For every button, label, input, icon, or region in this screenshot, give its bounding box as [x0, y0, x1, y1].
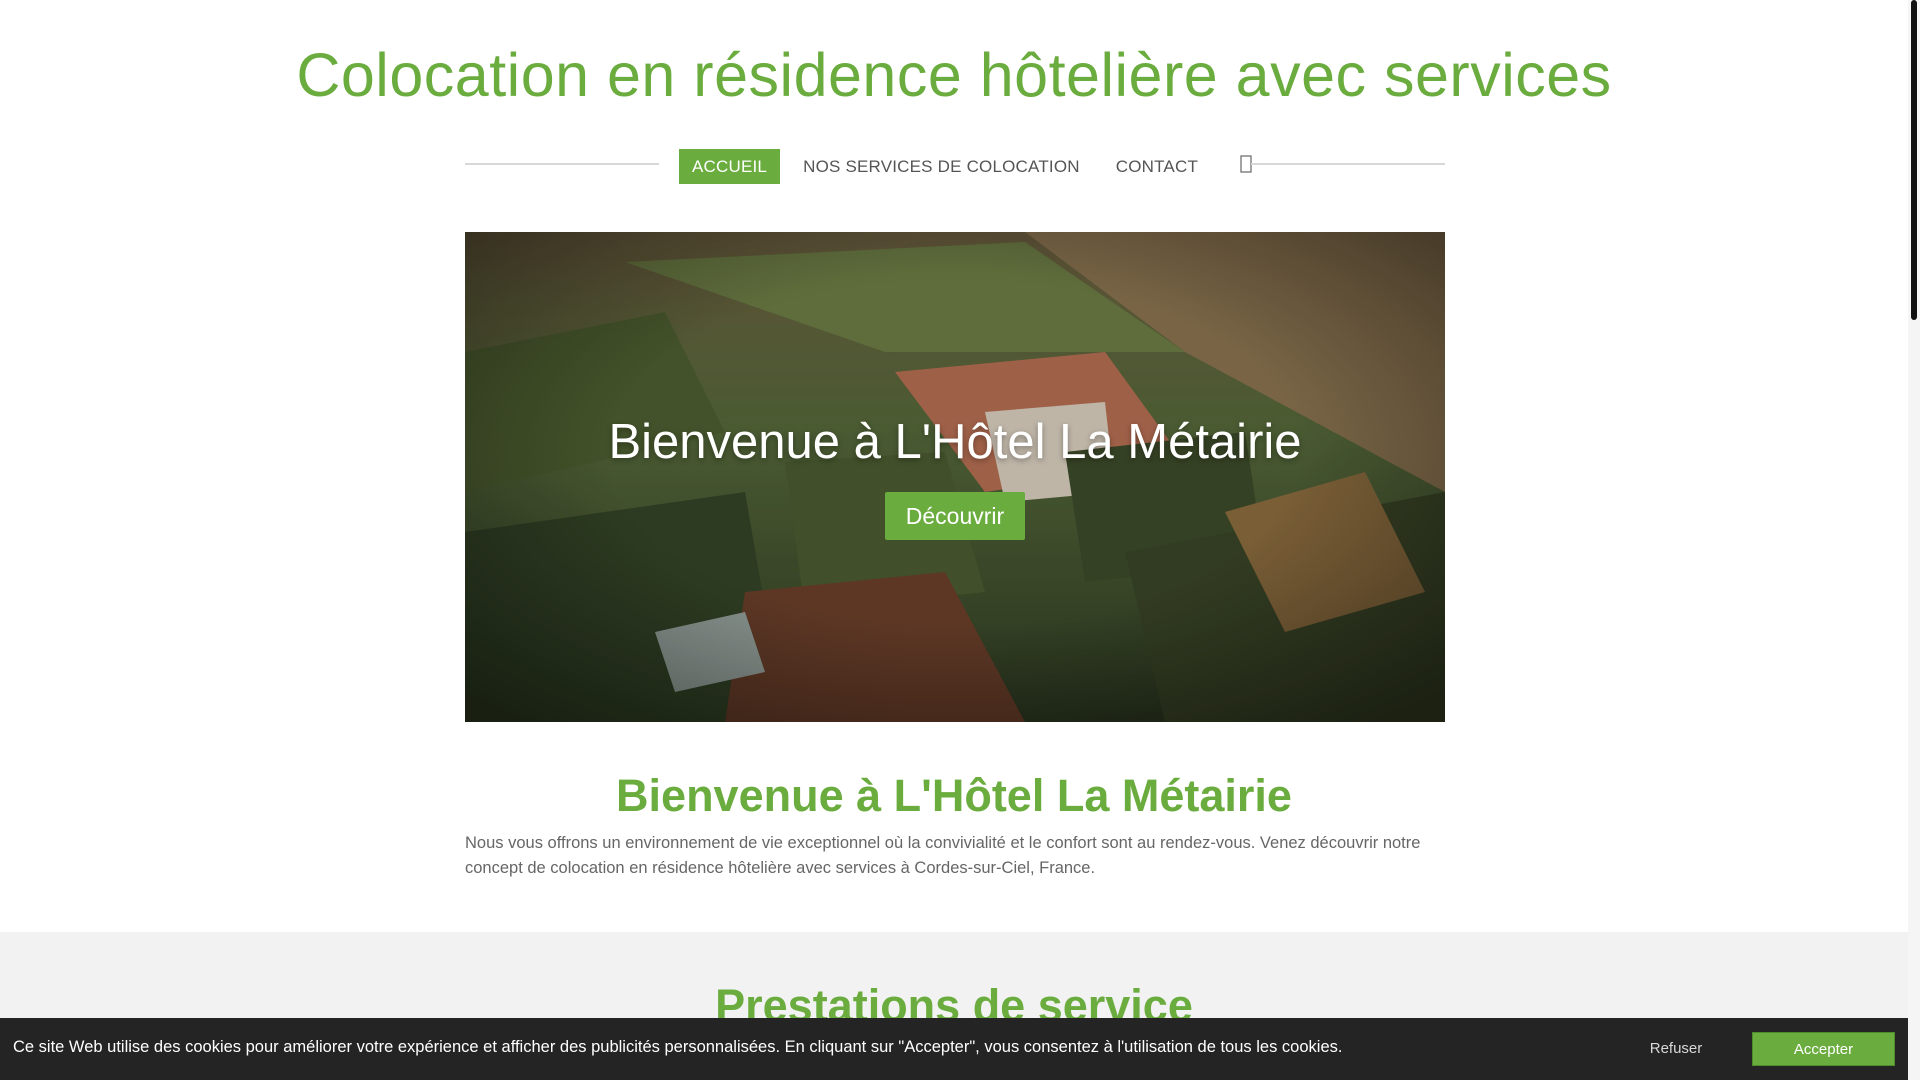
- nav-item-contact[interactable]: CONTACT: [1103, 149, 1211, 184]
- search-icon[interactable]: [1231, 154, 1261, 179]
- hero-image: [465, 232, 1445, 722]
- cookie-text: Ce site Web utilise des cookies pour amé…: [13, 1038, 1343, 1056]
- scrollbar-thumb[interactable]: [1911, 0, 1917, 320]
- nav-item-services[interactable]: NOS SERVICES DE COLOCATION: [790, 149, 1093, 184]
- nav-items: ACCUEIL NOS SERVICES DE COLOCATION CONTA…: [679, 148, 1261, 184]
- cookie-refuse-button[interactable]: Refuser: [1628, 1034, 1724, 1064]
- welcome-title: Bienvenue à L'Hôtel La Métairie: [616, 770, 1292, 821]
- main-nav: ACCUEIL NOS SERVICES DE COLOCATION CONTA…: [465, 148, 1445, 184]
- cookie-banner: Ce site Web utilise des cookies pour amé…: [0, 1018, 1908, 1080]
- welcome-text: Nous vous offrons un environnement de vi…: [465, 834, 1421, 877]
- discover-button[interactable]: Découvrir: [885, 492, 1025, 540]
- page: Colocation en résidence hôtelière avec s…: [0, 0, 1908, 1080]
- nav-item-accueil[interactable]: ACCUEIL: [679, 148, 781, 184]
- site-title: Colocation en résidence hôtelière avec s…: [296, 41, 1612, 109]
- hero-title: Bienvenue à L'Hôtel La Métairie: [608, 415, 1302, 469]
- hero-banner: Bienvenue à L'Hôtel La Métairie Découvri…: [465, 232, 1445, 722]
- nav-divider-right: [1251, 163, 1445, 165]
- nav-divider-left: [465, 163, 659, 165]
- cookie-accept-button[interactable]: Accepter: [1752, 1032, 1895, 1066]
